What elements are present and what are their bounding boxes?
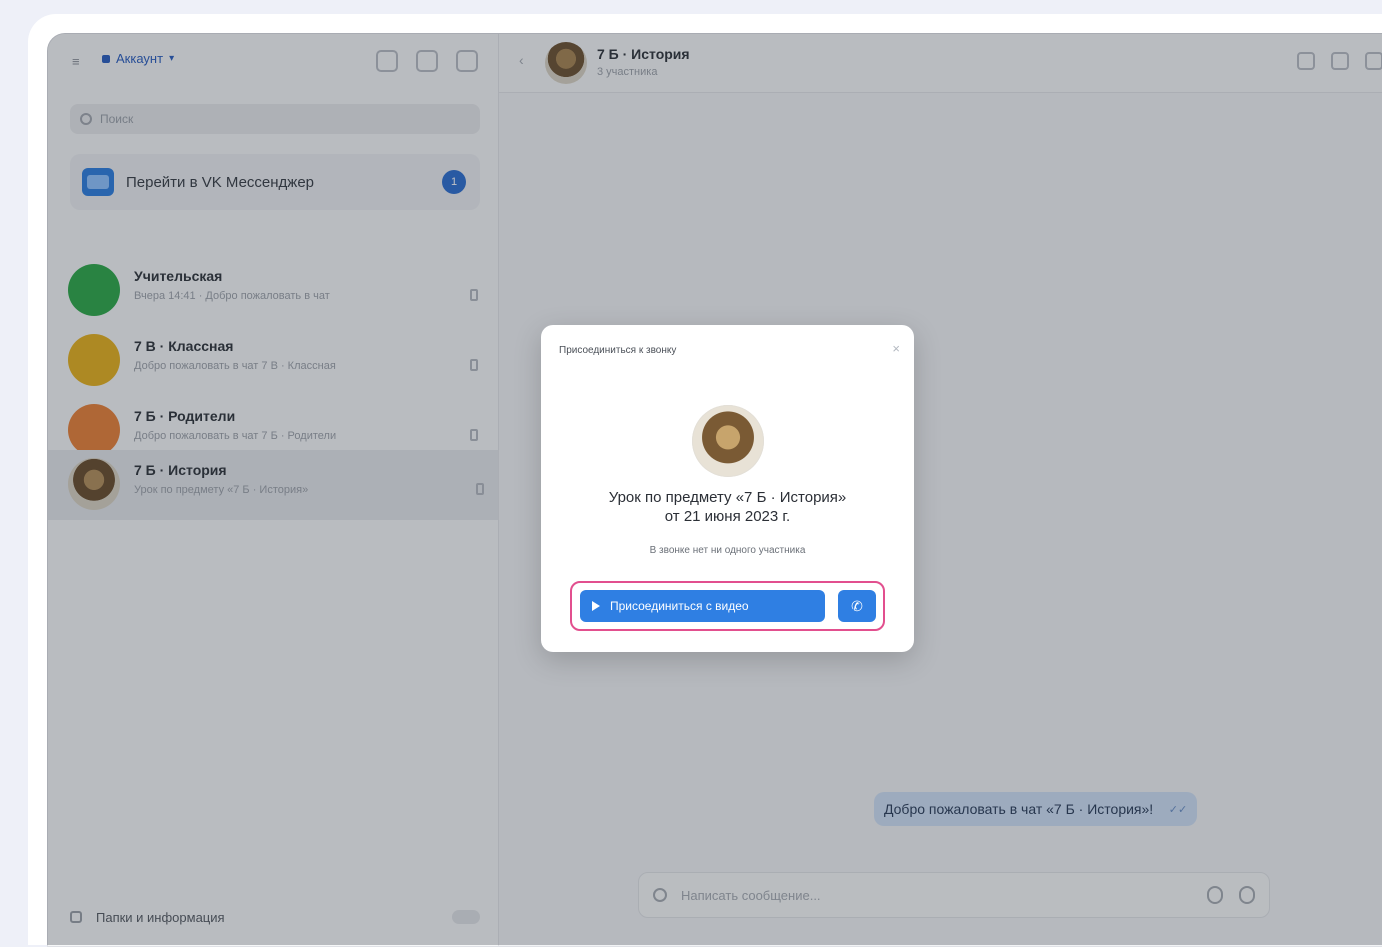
call-heading-line2: от 21 июня 2023 г. [664,508,791,525]
call-heading: Урок по предмету «7 Б · История» от 21 и… [561,488,894,526]
join-with-video-button[interactable]: Присоединиться с видео [580,590,825,622]
call-avatar [692,405,764,477]
call-actions-highlight: Присоединиться с видео ✆ [570,581,885,631]
call-participants-status: В звонке нет ни одного участника [649,545,806,556]
close-icon[interactable]: × [892,341,900,356]
phone-icon: ✆ [851,597,863,614]
call-heading-line1: Урок по предмету «7 Б · История» [608,489,847,506]
join-audio-button[interactable]: ✆ [838,590,876,622]
video-play-icon [592,601,600,611]
join-call-dialog: Присоединиться к звонку × Урок по предме… [541,325,914,652]
dialog-title: Присоединиться к звонку [559,345,677,356]
join-button-label: Присоединиться с видео [610,599,749,613]
